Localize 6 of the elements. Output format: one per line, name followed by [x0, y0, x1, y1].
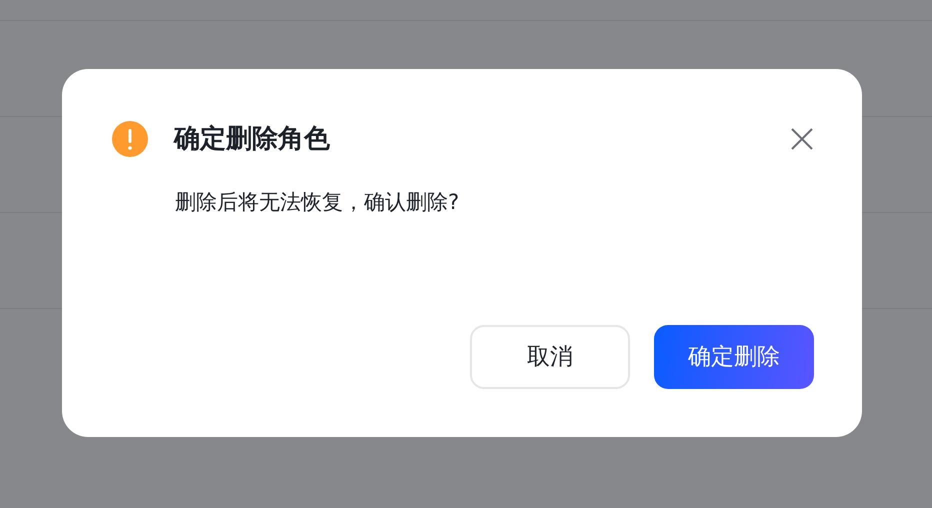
cancel-button[interactable]: 取消 — [470, 325, 630, 389]
dialog-title: 确定删除角色 — [174, 123, 331, 156]
confirm-delete-button[interactable]: 确定删除 — [654, 325, 814, 389]
close-button[interactable] — [790, 127, 814, 151]
warning-icon — [112, 121, 148, 157]
dialog-message: 删除后将无法恢复，确认删除? — [175, 189, 460, 216]
